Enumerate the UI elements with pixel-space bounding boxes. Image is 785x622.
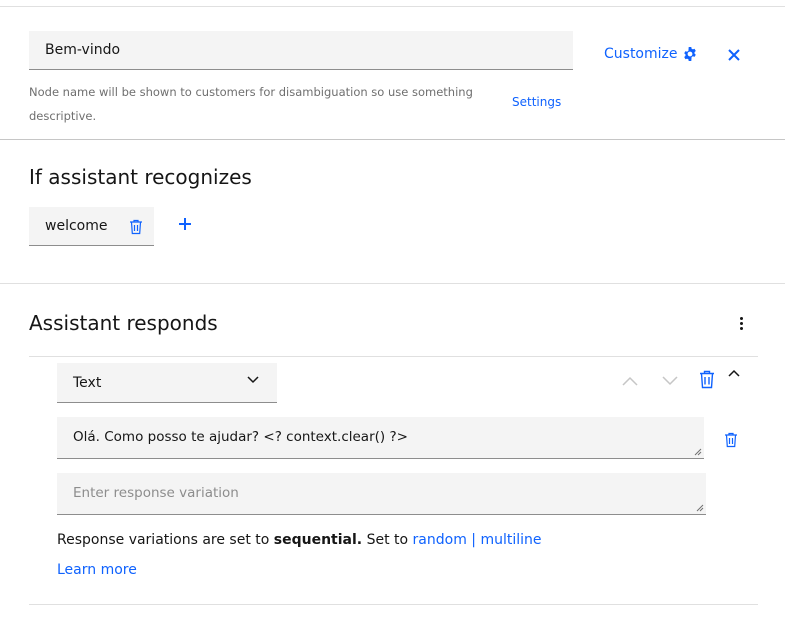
- info-prefix: Response variations are set to: [57, 532, 274, 548]
- response-type-select[interactable]: Text: [57, 363, 277, 403]
- close-icon[interactable]: [726, 46, 742, 64]
- new-variation-placeholder: Enter response variation: [73, 485, 239, 501]
- settings-link[interactable]: Settings: [512, 95, 561, 109]
- variation-mode-info: Response variations are set to sequentia…: [57, 532, 542, 548]
- condition-tag[interactable]: welcome: [29, 207, 154, 246]
- trash-icon[interactable]: [129, 219, 143, 235]
- learn-more-link[interactable]: Learn more: [57, 562, 137, 578]
- divider: [29, 356, 758, 357]
- customize-label: Customize: [604, 46, 678, 62]
- add-condition-button[interactable]: [178, 217, 192, 235]
- divider: [0, 139, 785, 140]
- random-link[interactable]: random: [413, 532, 467, 548]
- info-mode: sequential.: [273, 532, 363, 548]
- recognizes-heading: If assistant recognizes: [29, 165, 252, 189]
- response-variation-field[interactable]: Olá. Como posso te ajudar? <? context.cl…: [57, 417, 704, 459]
- resize-handle-icon[interactable]: [694, 448, 702, 456]
- overflow-menu-icon[interactable]: [737, 316, 745, 332]
- move-down-icon[interactable]: [662, 376, 678, 386]
- chevron-down-icon: [247, 376, 259, 384]
- condition-label: welcome: [45, 218, 108, 234]
- responds-heading: Assistant responds: [29, 311, 218, 335]
- delete-response-icon[interactable]: [699, 370, 715, 389]
- top-divider: [0, 6, 785, 7]
- info-setto: Set to: [362, 532, 413, 548]
- new-variation-input[interactable]: Enter response variation: [57, 473, 706, 515]
- node-name-input[interactable]: [29, 31, 573, 70]
- gear-icon: [683, 47, 696, 61]
- chevron-up-icon[interactable]: [728, 369, 740, 377]
- plus-icon: [179, 218, 191, 230]
- node-name-helper-text: Node name will be shown to customers for…: [29, 85, 473, 123]
- customize-button[interactable]: Customize: [604, 46, 698, 62]
- move-up-icon[interactable]: [622, 376, 638, 386]
- divider: [0, 283, 785, 284]
- response-type-value: Text: [73, 374, 102, 391]
- trash-icon[interactable]: [724, 432, 738, 448]
- separator: |: [471, 532, 477, 548]
- bottom-divider: [29, 604, 758, 605]
- multiline-link[interactable]: multiline: [480, 532, 541, 548]
- resize-handle-icon[interactable]: [696, 504, 704, 512]
- response-variation-text: Olá. Como posso te ajudar? <? context.cl…: [73, 429, 408, 445]
